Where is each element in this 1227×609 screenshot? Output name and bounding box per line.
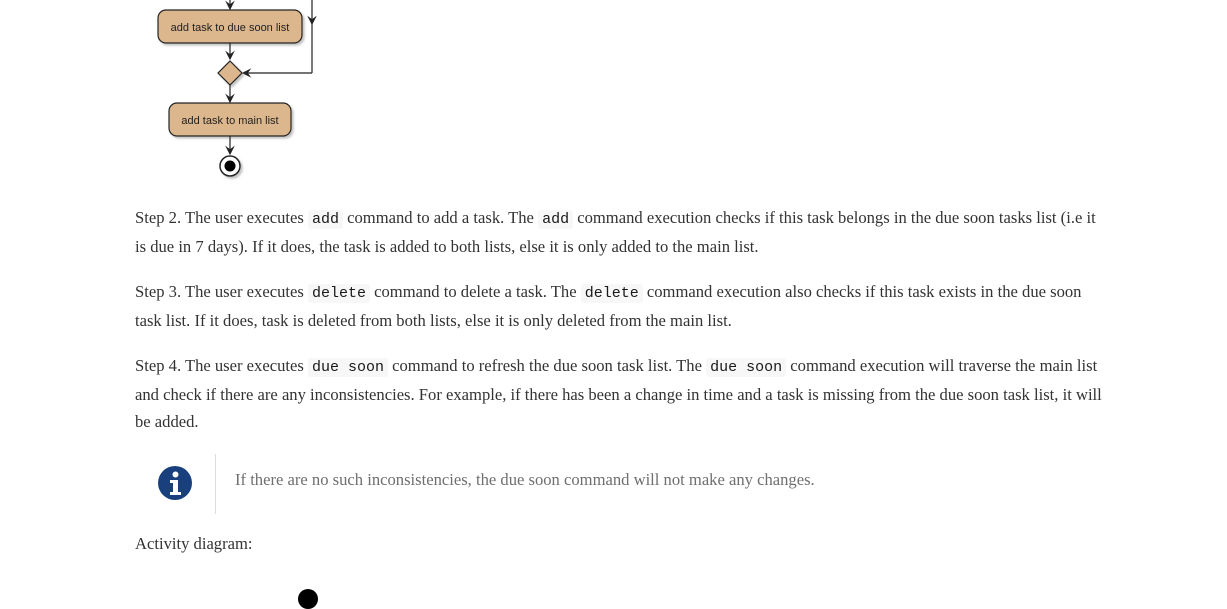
inline-code: delete xyxy=(580,284,643,303)
inline-code: due soon xyxy=(307,358,388,377)
activity-diagram-label: Activity diagram: xyxy=(135,534,253,553)
node-add-task-main: add task to main list xyxy=(168,102,292,137)
merge-diamond xyxy=(217,60,243,86)
inline-code: add xyxy=(538,210,574,229)
info-icon xyxy=(158,466,192,500)
start-node xyxy=(298,589,318,609)
inline-code: add xyxy=(307,210,343,229)
info-admonition: If there are no such inconsistencies, th… xyxy=(135,454,1105,514)
step-2-paragraph: Step 2. The user executes add command to… xyxy=(135,208,1096,256)
inline-code: due soon xyxy=(706,358,787,377)
node-add-task-due-soon: add task to due soon list xyxy=(157,9,303,44)
node-label: add task to main list xyxy=(181,115,278,127)
activity-diagram-top: add task to due soon list add task to ma… xyxy=(157,0,317,177)
step-4-paragraph: Step 4. The user executes due soon comma… xyxy=(135,356,1102,431)
step-3-paragraph: Step 3. The user executes delete command… xyxy=(135,282,1082,330)
inline-code: delete xyxy=(307,284,370,303)
end-node xyxy=(219,155,241,177)
node-label: add task to due soon list xyxy=(171,22,290,34)
admonition-text: If there are no such inconsistencies, th… xyxy=(235,470,815,489)
admonition-divider xyxy=(215,454,216,514)
